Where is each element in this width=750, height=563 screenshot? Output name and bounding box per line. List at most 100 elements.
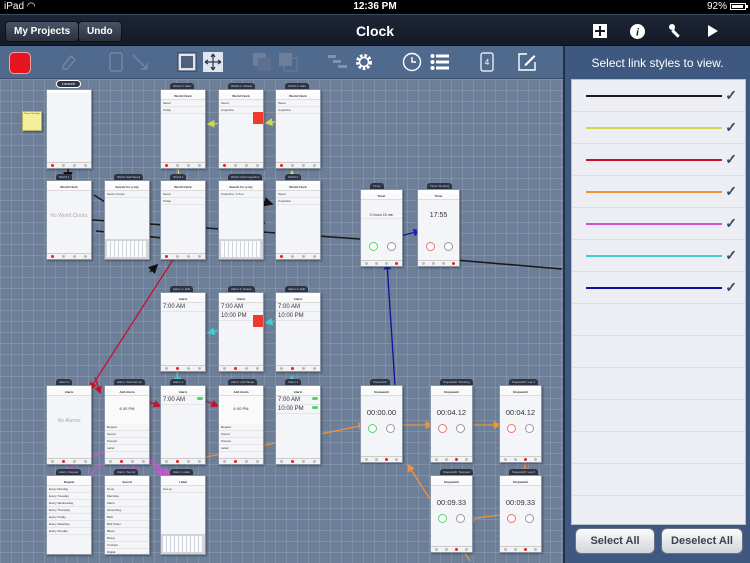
tab-bar bbox=[276, 458, 320, 464]
eraser-icon[interactable] bbox=[58, 52, 78, 72]
list-icon[interactable] bbox=[430, 52, 450, 72]
screen-row: Label bbox=[219, 445, 263, 452]
screen-title: Search for a city bbox=[105, 184, 149, 191]
screen-sw-lap2[interactable]: Stopwatch 00:09.33 bbox=[499, 475, 542, 553]
screen-sw-stopped[interactable]: Stopwatch 00:09.33 bbox=[430, 475, 473, 553]
screen-row: Snooze bbox=[105, 438, 149, 445]
tab-bar bbox=[219, 162, 263, 168]
send-back-icon[interactable] bbox=[278, 52, 298, 72]
screen-world2[interactable]: World Clock Seoul Cupertino bbox=[275, 180, 321, 260]
screen-wc-edit2[interactable]: World Clock Seoul Cupertino bbox=[275, 89, 321, 169]
editor-toolbar: 4 bbox=[0, 46, 563, 79]
empty-text: No Alarms bbox=[57, 418, 81, 424]
info-icon[interactable]: i bbox=[627, 21, 647, 41]
screen-timer-working[interactable]: Timer 17:55 bbox=[417, 189, 460, 267]
screen-row: Get up bbox=[161, 486, 205, 493]
screen-alarm0[interactable]: Alarm No Alarms bbox=[46, 385, 92, 465]
edit-icon[interactable] bbox=[517, 52, 537, 72]
move-icon[interactable] bbox=[203, 52, 223, 72]
screen-alarm2[interactable]: Alarm 7:00 AM 10:00 PM bbox=[275, 385, 321, 465]
link-style-row-black[interactable]: ✓ bbox=[572, 80, 745, 112]
add-icon[interactable] bbox=[590, 21, 610, 41]
link-style-row-orange[interactable]: ✓ bbox=[572, 176, 745, 208]
storyboard-canvas[interactable]: iPhone Clock App Launch World C. Edit Wor… bbox=[0, 79, 563, 563]
device-count: 4 bbox=[485, 58, 490, 67]
checkmark-icon: ✓ bbox=[725, 247, 737, 263]
tab-bar bbox=[500, 546, 541, 552]
screen-add-seoul[interactable]: Search for a city Seoul, Korea bbox=[104, 180, 150, 260]
screen-world1b[interactable]: World Clock Seoul Today bbox=[160, 180, 206, 260]
select-all-button[interactable]: Select All bbox=[575, 528, 655, 554]
screen-title: Stopwatch bbox=[431, 479, 472, 486]
link-style-row-cyan[interactable]: ✓ bbox=[572, 240, 745, 272]
screen-alarm1-edit[interactable]: Alarm 7:00 AM bbox=[160, 292, 206, 372]
screen-row: Cupertino, U.S.A. bbox=[219, 191, 263, 198]
screen-stopwatch[interactable]: Stopwatch 00:00.00 bbox=[360, 385, 403, 463]
sticky-note[interactable]: iPhone Clock App bbox=[22, 111, 42, 131]
tab-bar bbox=[361, 456, 402, 462]
screen-row: Sound bbox=[105, 431, 149, 438]
screen-title: World Clock bbox=[276, 184, 320, 191]
clock-icon[interactable] bbox=[402, 52, 422, 72]
link-style-list: ✓ ✓ ✓ ✓ ✓ ✓ ✓ bbox=[571, 79, 746, 525]
device-count-icon[interactable]: 4 bbox=[477, 52, 497, 72]
fit-screen-icon[interactable] bbox=[177, 52, 197, 72]
screen-add-sleep[interactable]: Add Alarm 6 00 PM Repeat Sound Snooze Label bbox=[218, 385, 264, 465]
screen-wc-edit[interactable]: World Clock Seoul Today bbox=[160, 89, 206, 169]
screen-title: Search for a city bbox=[219, 184, 263, 191]
hierarchy-icon[interactable] bbox=[328, 52, 348, 72]
device-icon[interactable] bbox=[106, 52, 126, 72]
link-style-swatch bbox=[586, 223, 722, 225]
empty-list-row bbox=[572, 464, 745, 496]
deselect-all-button[interactable]: Deselect All bbox=[661, 528, 743, 554]
color-swatch[interactable] bbox=[9, 52, 31, 74]
screen-alarm2-edit[interactable]: Alarm 7:00 AM 10:00 PM bbox=[275, 292, 321, 372]
link-style-row-navy[interactable]: ✓ bbox=[572, 272, 745, 304]
screen-sw-lap1[interactable]: Stopwatch 00:04.12 bbox=[499, 385, 542, 463]
checkmark-icon: ✓ bbox=[725, 215, 737, 231]
link-style-row-yellow[interactable]: ✓ bbox=[572, 112, 745, 144]
screen-row: Cupertino bbox=[276, 107, 320, 114]
screen-row: Every Wednesday bbox=[47, 500, 91, 507]
tab-bar bbox=[431, 456, 472, 462]
screen-launch[interactable] bbox=[46, 89, 92, 169]
screen-add-cupertino[interactable]: Search for a city Cupertino, U.S.A. bbox=[218, 180, 264, 260]
screen-row: Crickets bbox=[105, 542, 149, 549]
checkmark-icon: ✓ bbox=[725, 279, 737, 295]
link-arrow-icon[interactable] bbox=[130, 52, 150, 72]
screen-label[interactable]: Label Get up bbox=[160, 475, 206, 555]
my-projects-button[interactable]: My Projects bbox=[5, 21, 80, 42]
screen-title: Alarm bbox=[161, 296, 205, 303]
screen-title: Alarm bbox=[219, 296, 263, 303]
screen-row: Snooze bbox=[219, 438, 263, 445]
screen-wc-delete[interactable]: World Clock Seoul Cupertino bbox=[218, 89, 264, 169]
bring-front-icon[interactable] bbox=[252, 52, 272, 72]
screen-timer[interactable]: Timer 0 Hours 15 min bbox=[360, 189, 403, 267]
screen-sw-working[interactable]: Stopwatch 00:04.12 bbox=[430, 385, 473, 463]
screen-row: Today bbox=[161, 198, 205, 205]
screen-row: 7:00 AM bbox=[161, 303, 205, 312]
wrench-icon[interactable] bbox=[666, 21, 686, 41]
screen-alarm2-delete[interactable]: Alarm 7:00 AM 10:00 PM bbox=[218, 292, 264, 372]
stopwatch-value: 00:04.12 bbox=[436, 408, 467, 417]
link-styles-panel: Select link styles to view. ✓ ✓ ✓ ✓ ✓ ✓ ✓ Sele… bbox=[563, 46, 750, 563]
stopwatch-value: 00:00.00 bbox=[366, 408, 397, 417]
link-style-row-red[interactable]: ✓ bbox=[572, 144, 745, 176]
screen-title: Timer bbox=[418, 193, 459, 200]
screen-title: Add Alarm bbox=[219, 389, 263, 396]
stopwatch-value: 00:09.33 bbox=[436, 498, 467, 507]
screen-row: 7:00 AM bbox=[161, 396, 205, 405]
link-style-row-magenta[interactable]: ✓ bbox=[572, 208, 745, 240]
screen-title: Label bbox=[161, 479, 205, 486]
screen-row: Repeat bbox=[105, 424, 149, 431]
gear-icon[interactable] bbox=[354, 52, 374, 72]
screen-world1[interactable]: World Clock No World Clocks bbox=[46, 180, 92, 260]
undo-button[interactable]: Undo bbox=[78, 21, 122, 42]
screen-add-getup[interactable]: Add Alarm 6 00 PM Repeat Sound Snooze Label bbox=[104, 385, 150, 465]
screen-title: Stopwatch bbox=[361, 389, 402, 396]
play-icon[interactable] bbox=[703, 21, 723, 41]
screen-alarm1[interactable]: Alarm 7:00 AM bbox=[160, 385, 206, 465]
screen-title: Add Alarm bbox=[105, 389, 149, 396]
screen-repeat[interactable]: Repeat Every Monday Every Tuesday Every Wed… bbox=[46, 475, 92, 555]
screen-sound[interactable]: Sound None Marimba Alarm Ascending Bark Bell T… bbox=[104, 475, 150, 555]
